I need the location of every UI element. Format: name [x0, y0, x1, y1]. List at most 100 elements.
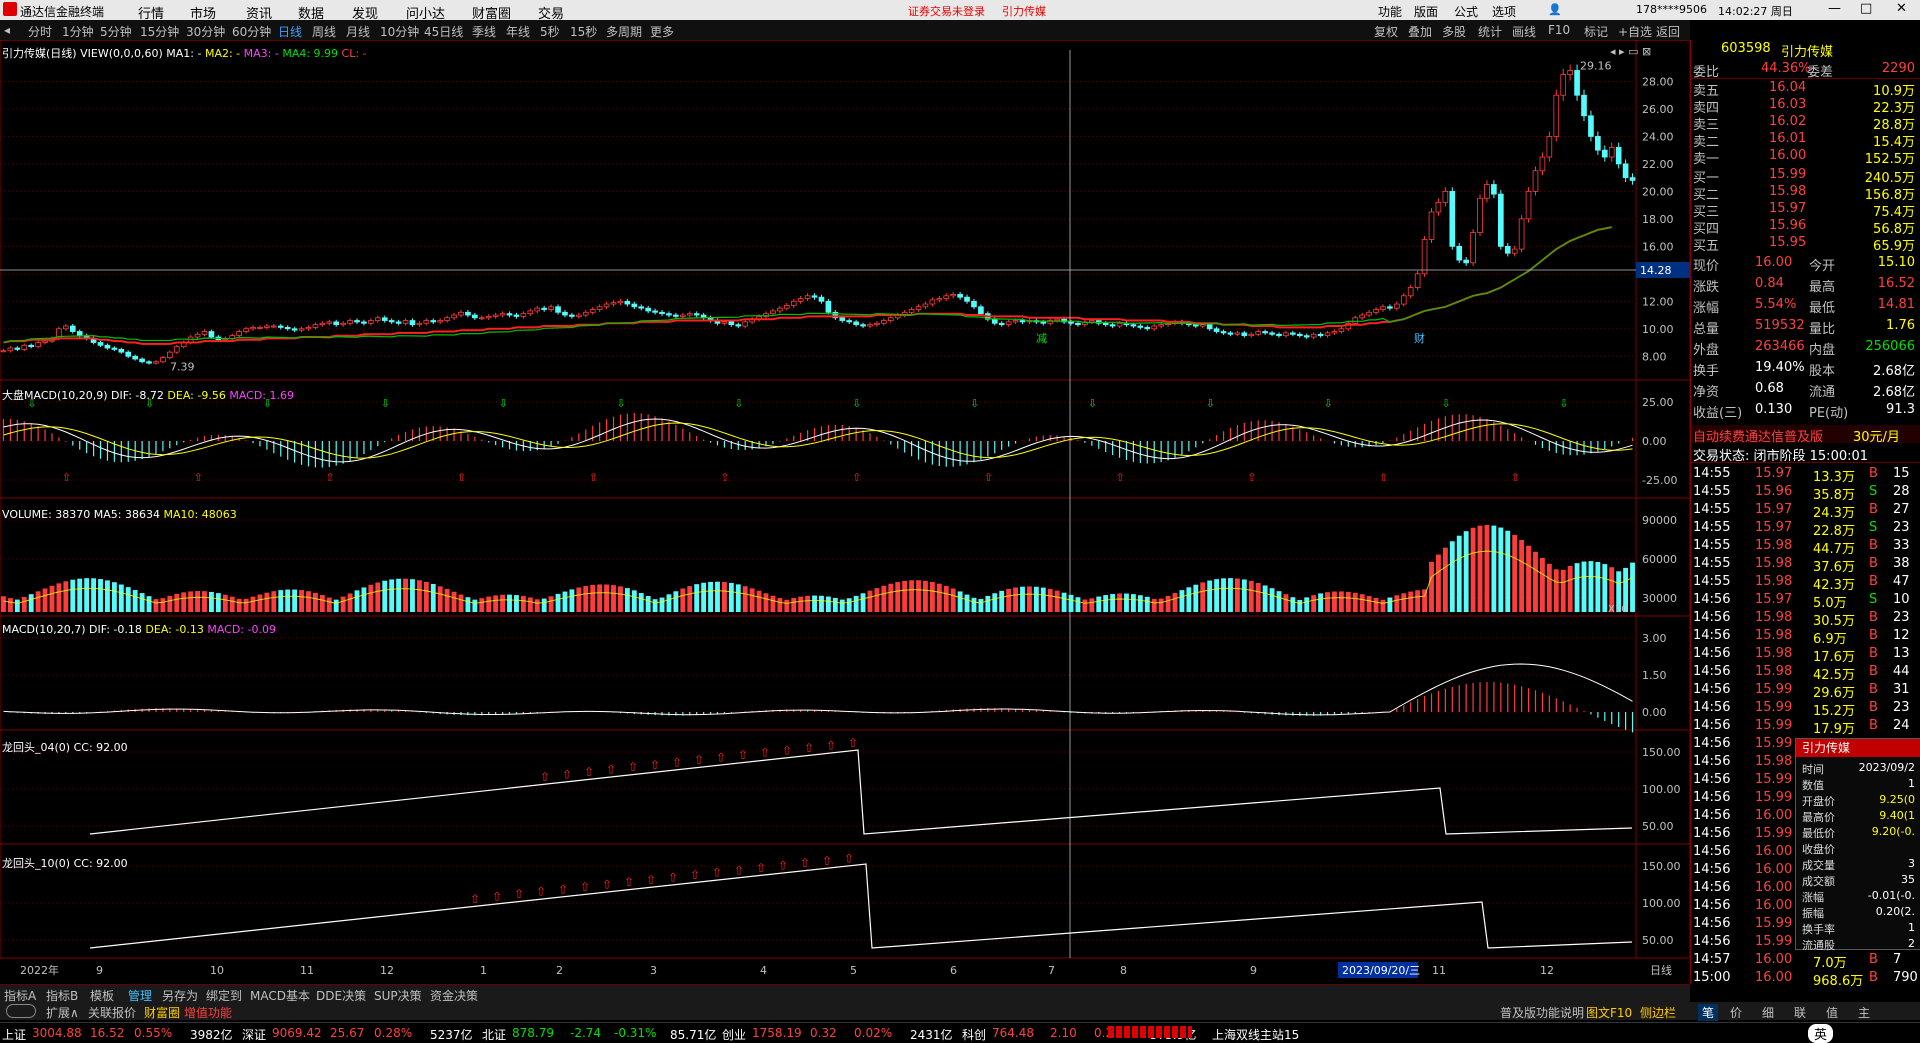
- volume-bar: [555, 593, 561, 612]
- period-5min[interactable]: 5分钟: [100, 23, 132, 40]
- index-amount: 5237亿: [430, 1028, 473, 1042]
- candle-body: [368, 320, 374, 324]
- rtab-xi[interactable]: 细: [1762, 1004, 1774, 1021]
- tick-time: 14:56: [1693, 610, 1731, 625]
- user-icon[interactable]: 👤: [1548, 3, 1562, 16]
- menu-banmian[interactable]: 版面: [1414, 3, 1438, 20]
- axis-tick-label: 50.00: [1642, 820, 1674, 833]
- account-id[interactable]: 178****9506: [1636, 3, 1707, 16]
- volume-bar: [819, 595, 824, 612]
- promo-price[interactable]: 30元/月: [1853, 426, 1900, 445]
- menu-gongneng[interactable]: 功能: [1378, 3, 1402, 20]
- index-percent: 0.28%: [374, 1026, 413, 1040]
- btn-zengzhi[interactable]: 增值功能: [184, 1004, 232, 1021]
- kline-chart[interactable]: 8.0010.0012.0014.0016.0018.0020.0022.002…: [0, 40, 1690, 984]
- volume-bar: [1373, 598, 1379, 612]
- candle-body: [1532, 170, 1539, 192]
- ask-row[interactable]: 卖四 16.03 22.3万: [1691, 96, 1920, 116]
- btn-add-favorite[interactable]: +自选: [1618, 23, 1652, 40]
- btn-related-quote[interactable]: 关联报价: [88, 1004, 136, 1021]
- period-30min[interactable]: 30分钟: [186, 23, 225, 40]
- btn-caifuquan[interactable]: 财富圈: [144, 1004, 180, 1021]
- toggle-switch-icon[interactable]: [6, 1004, 36, 1018]
- period-chevron-icon[interactable]: ◂: [4, 23, 10, 37]
- period-1min[interactable]: 1分钟: [62, 23, 94, 40]
- btn-duogu[interactable]: 多股: [1442, 23, 1466, 40]
- ask-row[interactable]: 卖一 16.00 152.5万: [1691, 147, 1920, 167]
- btn-fuquan[interactable]: 复权: [1374, 23, 1398, 40]
- period-day[interactable]: 日线: [278, 23, 302, 40]
- volume-bar: [645, 596, 651, 612]
- menu-gongshi[interactable]: 公式: [1454, 3, 1478, 20]
- volume-bar: [520, 596, 526, 612]
- btn-f10[interactable]: F10: [1548, 23, 1570, 37]
- btn-diejia[interactable]: 叠加: [1408, 23, 1432, 40]
- ask-row[interactable]: 卖二 16.01 15.4万: [1691, 130, 1920, 150]
- btn-biaoji[interactable]: 标记: [1584, 23, 1608, 40]
- candle-body: [1331, 331, 1338, 334]
- panel-restore-icon[interactable]: ▭: [1628, 45, 1638, 58]
- promo-row[interactable]: 自动续费通达信普及版 30元/月: [1691, 425, 1920, 445]
- period-month[interactable]: 月线: [346, 23, 370, 40]
- period-10min[interactable]: 10分钟: [380, 23, 419, 40]
- buy-arrow-icon: ⇧: [712, 866, 722, 880]
- btn-extend[interactable]: 扩展∧: [46, 1004, 79, 1021]
- btn-feature-intro[interactable]: 普及版功能说明: [1500, 1004, 1584, 1021]
- btn-back[interactable]: 返回: [1656, 23, 1680, 40]
- period-5sec[interactable]: 5秒: [540, 23, 560, 40]
- rtab-zhi[interactable]: 值: [1826, 1004, 1838, 1021]
- tick-time: 14:55: [1693, 502, 1731, 517]
- period-year[interactable]: 年线: [506, 23, 530, 40]
- period-more[interactable]: 更多: [650, 23, 674, 40]
- btn-huaxian[interactable]: 画线: [1512, 23, 1536, 40]
- candle-body: [1130, 324, 1137, 327]
- bid-row[interactable]: 买二 15.98 156.8万: [1691, 183, 1920, 203]
- buy-arrow-icon: ⇧: [624, 875, 634, 889]
- volume-bar: [139, 593, 145, 612]
- promo-text[interactable]: 自动续费通达信普及版: [1693, 426, 1823, 445]
- period-fenshi[interactable]: 分时: [28, 23, 52, 40]
- bid-row[interactable]: 买五 15.95 65.9万: [1691, 234, 1920, 254]
- ask-row[interactable]: 卖三 16.02 28.8万: [1691, 113, 1920, 133]
- tick-time: 14:55: [1693, 520, 1731, 535]
- panel-prev-icon[interactable]: ◂: [1610, 45, 1616, 58]
- volume-bar: [1033, 586, 1039, 612]
- rtab-bi[interactable]: 笔: [1698, 1004, 1719, 1021]
- btn-sidebar[interactable]: 侧边栏: [1640, 1004, 1676, 1021]
- panel-close-icon[interactable]: ⊠: [1642, 45, 1651, 58]
- period-season[interactable]: 季线: [472, 23, 496, 40]
- ask-row[interactable]: 卖五 16.04 10.9万: [1691, 79, 1920, 99]
- candle-body: [326, 321, 333, 324]
- rtab-jia[interactable]: 价: [1730, 1004, 1742, 1021]
- period-week[interactable]: 周线: [312, 23, 336, 40]
- candle-body: [1511, 248, 1518, 254]
- btn-f10-text[interactable]: 图文F10: [1586, 1004, 1632, 1021]
- period-45day[interactable]: 45日线: [424, 23, 463, 40]
- sell-arrow-icon: ⇩: [1324, 397, 1333, 410]
- rtab-lian[interactable]: 联: [1794, 1004, 1806, 1021]
- buy-arrow-icon: ⇧: [716, 751, 726, 765]
- volume-bar: [479, 598, 485, 612]
- period-15sec[interactable]: 15秒: [570, 23, 597, 40]
- volume-bar: [631, 590, 637, 612]
- candle-body: [1352, 317, 1359, 324]
- bid-row[interactable]: 买三 15.97 75.4万: [1691, 200, 1920, 220]
- login-notice[interactable]: 证券交易未登录: [908, 3, 985, 19]
- bid-row[interactable]: 买四 15.96 56.8万: [1691, 217, 1920, 237]
- btn-tongji[interactable]: 统计: [1478, 23, 1502, 40]
- bid-row[interactable]: 买一 15.99 240.5万: [1691, 166, 1920, 186]
- rtab-zhu[interactable]: 主: [1858, 1004, 1870, 1021]
- menu-xuanxiang[interactable]: 选项: [1492, 3, 1516, 20]
- index-name: 科创: [962, 1028, 987, 1042]
- maximize-icon[interactable]: □: [1860, 1, 1872, 16]
- minimize-icon[interactable]: —: [1828, 1, 1841, 16]
- period-60min[interactable]: 60分钟: [232, 23, 271, 40]
- buy-arrow-icon: ⇧: [984, 471, 993, 484]
- period-15min[interactable]: 15分钟: [140, 23, 179, 40]
- panel-next-icon[interactable]: ▸: [1619, 45, 1625, 58]
- volume-bar: [1560, 569, 1566, 612]
- close-icon[interactable]: ✕: [1896, 1, 1907, 16]
- popup-key: 最低价: [1802, 827, 1835, 840]
- period-multi[interactable]: 多周期: [606, 23, 642, 40]
- tick-direction: B: [1869, 700, 1878, 715]
